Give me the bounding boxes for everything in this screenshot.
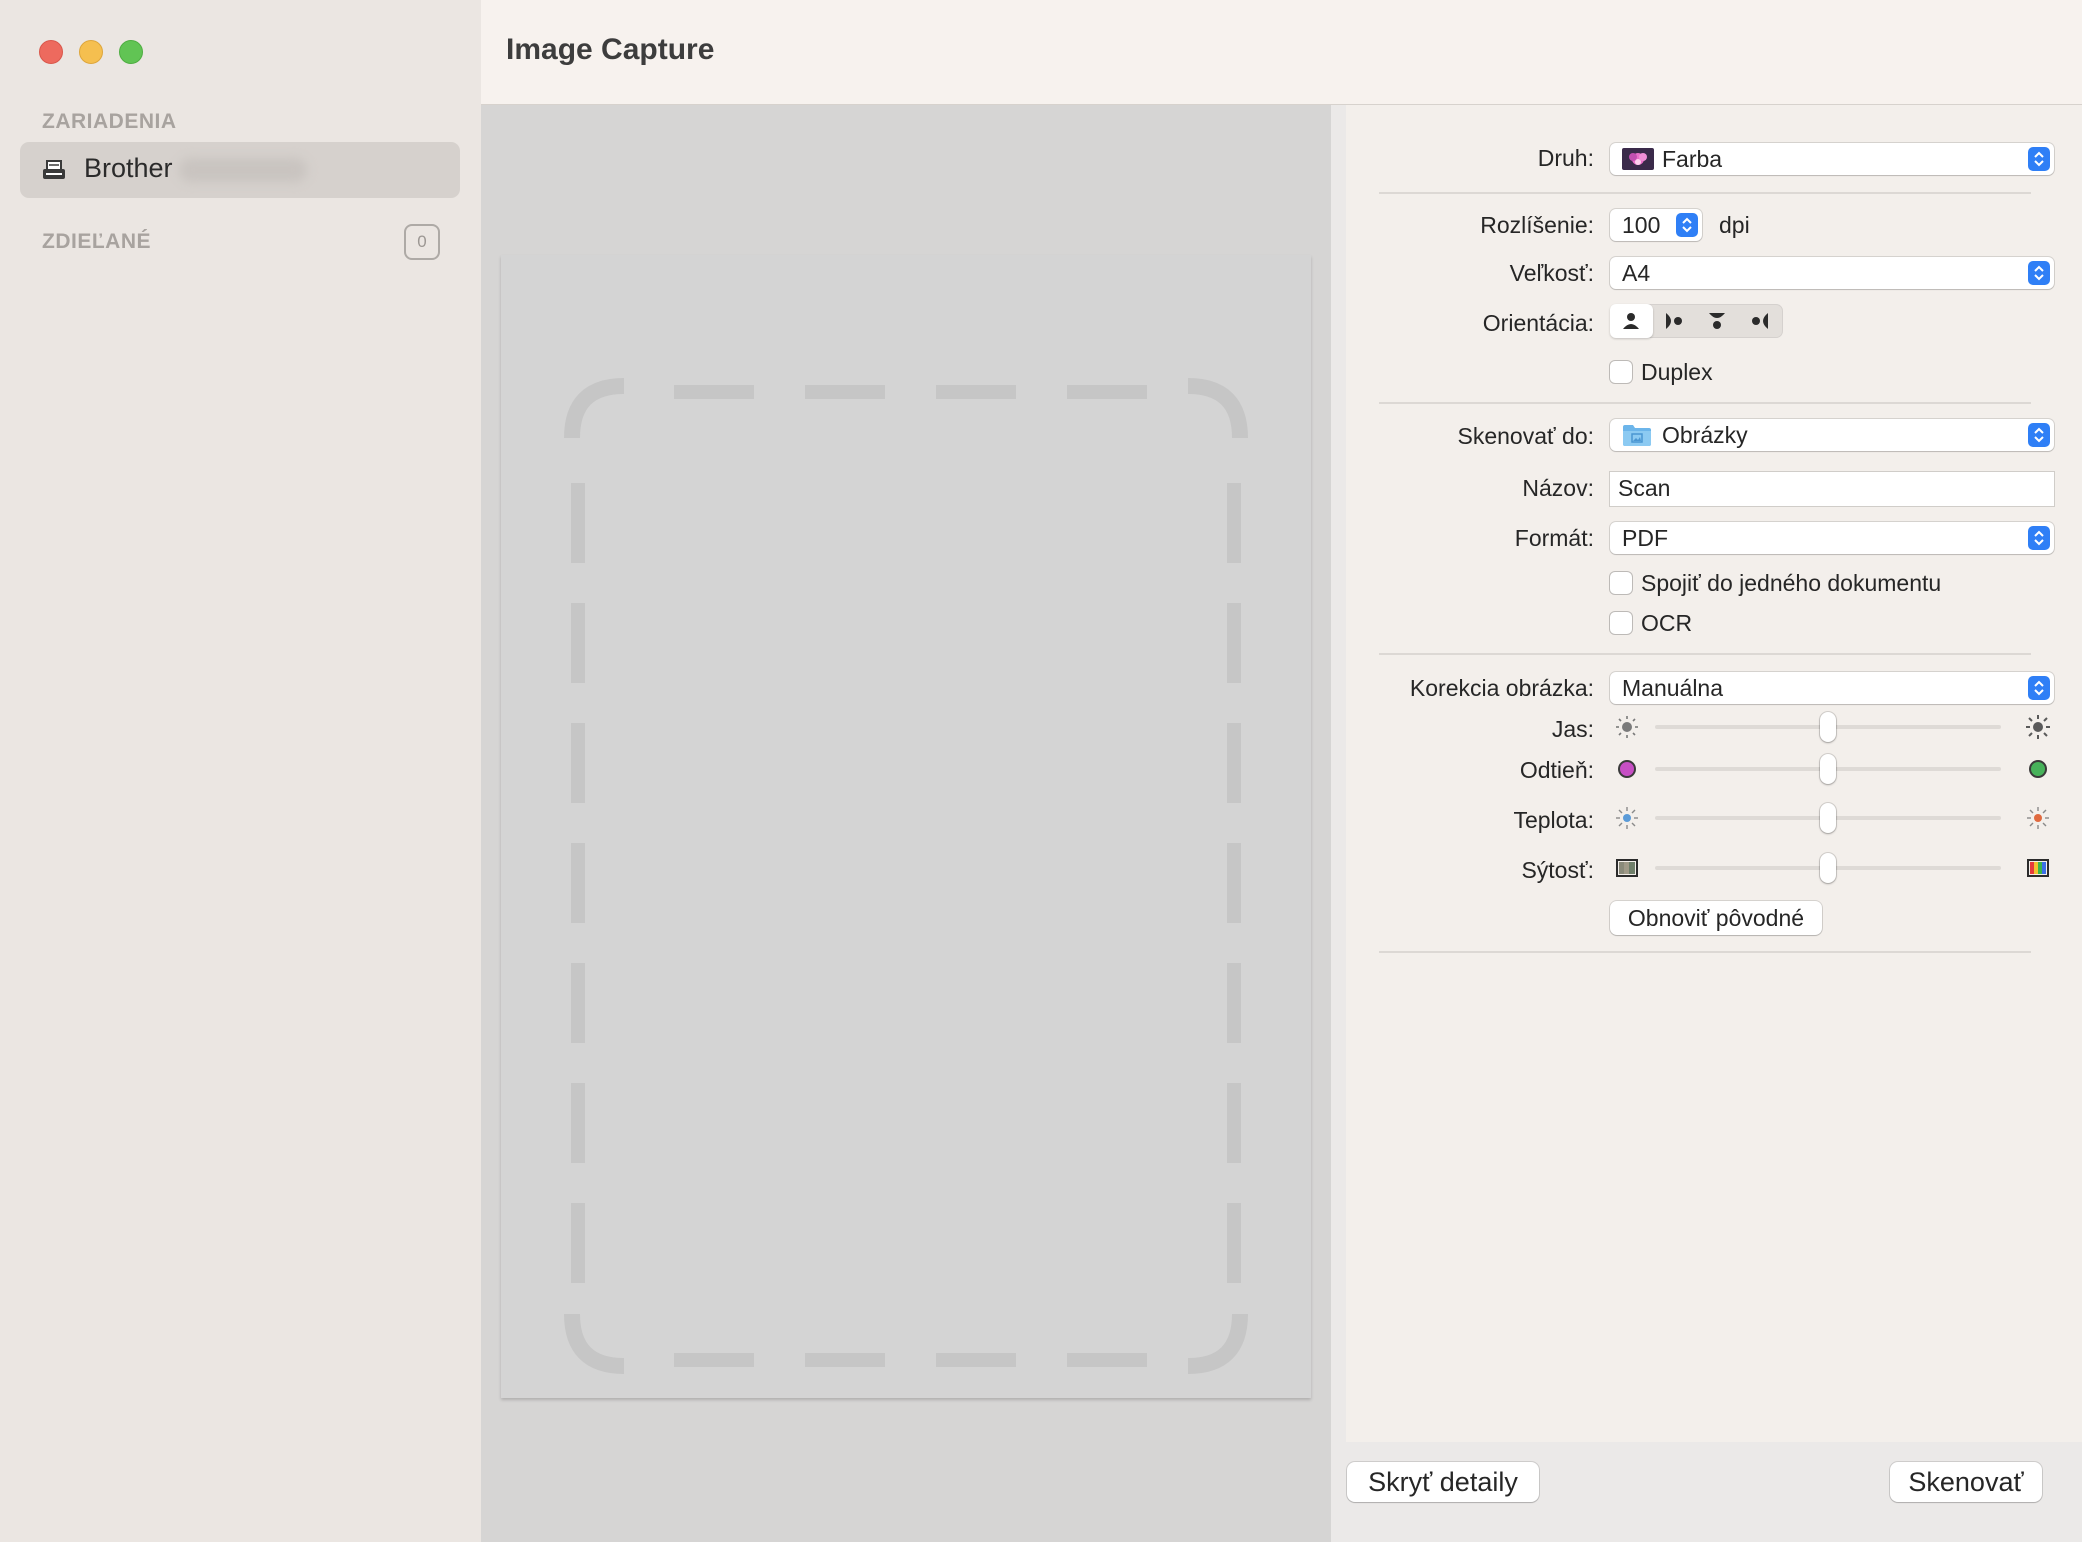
orientation-upright-button[interactable]: [1610, 304, 1653, 338]
ocr-label: OCR: [1641, 610, 1693, 636]
shared-section-header: ZDIEĽANÉ: [42, 230, 151, 253]
temperature-cool-icon: [1616, 807, 1638, 829]
resolution-popup[interactable]: 100: [1610, 209, 1702, 241]
size-label: Veľkosť:: [1509, 260, 1594, 286]
tint-green-icon: [2029, 760, 2047, 778]
correction-value: Manuálna: [1622, 675, 1724, 701]
scan-to-label: Skenovať do:: [1457, 423, 1595, 449]
device-name-text: Brother: [84, 153, 173, 183]
brightness-high-icon: [2026, 715, 2050, 739]
color-photo-icon: [1622, 148, 1654, 170]
orientation-upside-down-button[interactable]: [1696, 304, 1739, 338]
tint-magenta-icon: [1618, 760, 1636, 778]
brightness-slider-knob[interactable]: [1820, 712, 1836, 742]
preview-paper: [501, 255, 1311, 1398]
title-bar: Image Capture: [481, 0, 2082, 105]
kind-popup[interactable]: Farba: [1610, 143, 2054, 175]
divider: [1379, 951, 2031, 953]
brightness-low-icon: [1616, 716, 1638, 738]
sidebar: ZARIADENIA Brother ZDIEĽANÉ 0: [0, 0, 482, 1542]
scanner-icon: [43, 160, 65, 179]
ocr-checkbox[interactable]: [1610, 612, 1632, 634]
format-value: PDF: [1622, 525, 1668, 551]
temperature-slider[interactable]: [1655, 803, 2001, 833]
window-controls: [39, 40, 143, 64]
chevron-updown-icon: [2028, 676, 2050, 700]
name-label: Názov:: [1522, 475, 1594, 501]
chevron-updown-icon: [2028, 423, 2050, 447]
details-panel: Druh: Farba Rozlíšenie: 100 dpi Veľkosť:…: [1331, 105, 2082, 1542]
window-title: Image Capture: [506, 33, 715, 66]
format-popup[interactable]: PDF: [1610, 522, 2054, 554]
saturation-high-icon: [2027, 859, 2049, 877]
format-label: Formát:: [1514, 525, 1594, 551]
devices-section-header: ZARIADENIA: [42, 110, 177, 133]
orientation-segmented-control: [1610, 304, 1783, 338]
scan-placeholder-icon: [564, 378, 1248, 1374]
saturation-label: Sýtosť:: [1521, 857, 1594, 883]
divider: [1379, 653, 2031, 655]
shared-count-badge: 0: [404, 224, 440, 260]
chevron-updown-icon: [1676, 213, 1698, 237]
saturation-slider-knob[interactable]: [1820, 853, 1836, 883]
duplex-checkbox[interactable]: [1610, 361, 1632, 383]
person-upright-icon: [1623, 313, 1639, 329]
brightness-label: Jas:: [1551, 716, 1594, 742]
saturation-slider[interactable]: [1655, 853, 2001, 883]
size-value: A4: [1622, 260, 1651, 286]
size-popup[interactable]: A4: [1610, 257, 2054, 289]
combine-checkbox[interactable]: [1610, 572, 1632, 594]
resolution-value: 100: [1622, 212, 1661, 238]
temperature-warm-icon: [2027, 807, 2049, 829]
brightness-slider[interactable]: [1655, 712, 2001, 742]
person-rotated-right-icon: [1752, 313, 1768, 329]
scan-to-popup[interactable]: Obrázky: [1610, 419, 2054, 451]
tint-slider-knob[interactable]: [1820, 754, 1836, 784]
person-rotated-left-icon: [1666, 313, 1682, 329]
temperature-label: Teplota:: [1513, 807, 1594, 833]
resolution-unit: dpi: [1719, 212, 1750, 238]
chevron-updown-icon: [2028, 526, 2050, 550]
reset-defaults-button[interactable]: Obnoviť pôvodné: [1610, 901, 1822, 935]
kind-label: Druh:: [1537, 145, 1594, 171]
scan-button[interactable]: Skenovať: [1890, 1462, 2042, 1502]
device-name: Brother: [84, 153, 307, 184]
orientation-right-button[interactable]: [1739, 304, 1782, 338]
chevron-updown-icon: [2028, 261, 2050, 285]
scan-preview-area: [481, 105, 1331, 1542]
divider: [1379, 192, 2031, 194]
tint-slider[interactable]: [1655, 754, 2001, 784]
zoom-window-button[interactable]: [119, 40, 143, 64]
chevron-updown-icon: [2028, 147, 2050, 171]
close-window-button[interactable]: [39, 40, 63, 64]
person-upside-down-icon: [1709, 313, 1725, 329]
correction-popup[interactable]: Manuálna: [1610, 672, 2054, 704]
correction-label: Korekcia obrázka:: [1409, 675, 1594, 701]
divider: [1379, 402, 2031, 404]
settings-form: Druh: Farba Rozlíšenie: 100 dpi Veľkosť:…: [1346, 105, 2082, 1442]
orientation-label: Orientácia:: [1482, 310, 1594, 336]
duplex-label: Duplex: [1641, 359, 1713, 385]
saturation-low-icon: [1616, 859, 1638, 877]
sidebar-item-scanner[interactable]: Brother: [20, 142, 460, 198]
minimize-window-button[interactable]: [79, 40, 103, 64]
scan-to-value: Obrázky: [1662, 422, 1748, 448]
combine-label: Spojiť do jedného dokumentu: [1641, 570, 1942, 596]
image-capture-window: ZARIADENIA Brother ZDIEĽANÉ 0 Image Capt…: [0, 0, 2082, 1542]
hide-details-button[interactable]: Skryť detaily: [1347, 1462, 1539, 1502]
tint-label: Odtieň:: [1519, 757, 1594, 783]
kind-value: Farba: [1662, 146, 1723, 172]
name-field[interactable]: [1610, 472, 2054, 506]
folder-pictures-icon: [1623, 425, 1651, 446]
orientation-left-button[interactable]: [1653, 304, 1696, 338]
redacted-model: [178, 157, 307, 182]
name-input[interactable]: [1618, 475, 2038, 502]
resolution-label: Rozlíšenie:: [1480, 212, 1594, 238]
temperature-slider-knob[interactable]: [1820, 803, 1836, 833]
